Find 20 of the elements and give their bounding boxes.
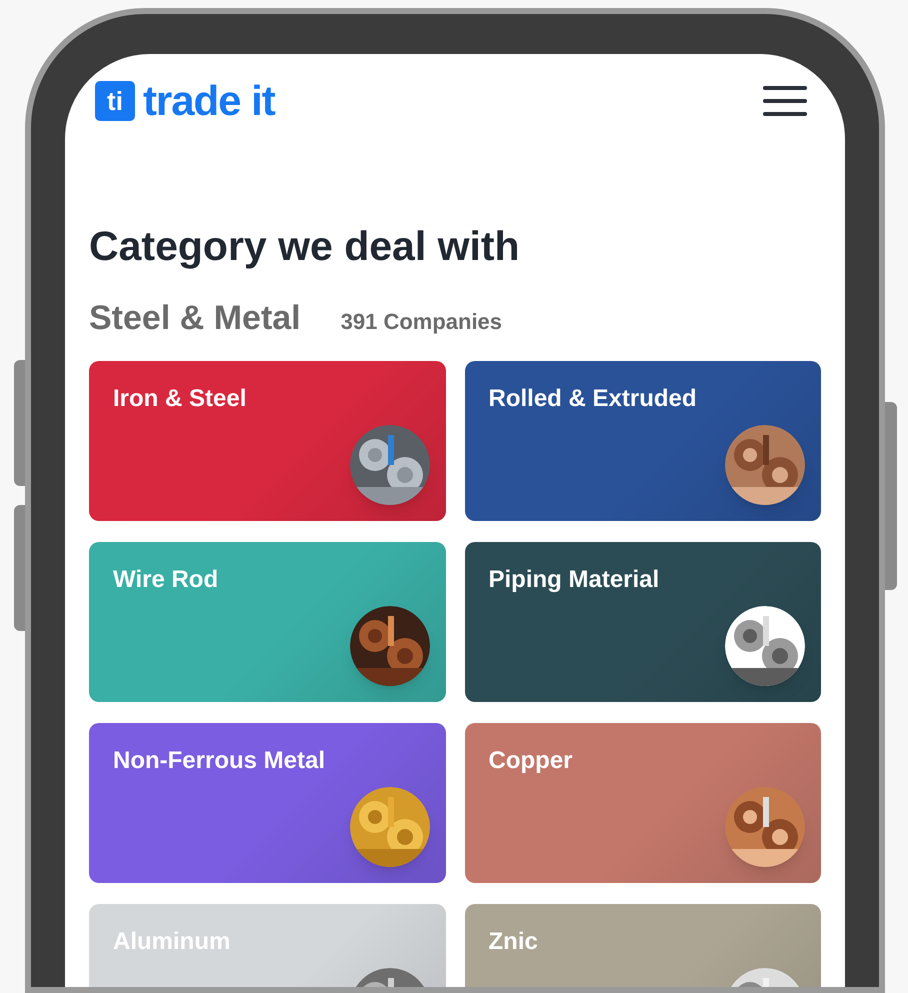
category-card[interactable]: Znic bbox=[464, 904, 821, 987]
category-title: Znic bbox=[488, 930, 539, 954]
category-card[interactable]: Non-Ferrous Metal bbox=[89, 723, 446, 883]
logo-text: trade it bbox=[143, 80, 275, 122]
section-title: Steel & Metal bbox=[89, 301, 301, 335]
category-title: Piping Material bbox=[488, 568, 660, 592]
logo-mark: ti bbox=[95, 81, 135, 121]
category-card[interactable]: Iron & Steel bbox=[89, 361, 446, 521]
category-card[interactable]: Piping Material bbox=[464, 542, 821, 702]
category-title: Non-Ferrous Metal bbox=[113, 749, 326, 773]
page-heading: Category we deal with bbox=[89, 226, 521, 267]
category-title: Wire Rod bbox=[113, 568, 220, 592]
category-title: Copper bbox=[488, 749, 574, 773]
category-card[interactable]: Rolled & Extruded bbox=[464, 361, 821, 521]
category-title: Rolled & Extruded bbox=[488, 387, 698, 411]
menu-icon[interactable] bbox=[763, 84, 807, 118]
company-count: 391 Companies bbox=[340, 311, 502, 333]
category-card[interactable]: Wire Rod bbox=[89, 542, 446, 702]
category-title: Iron & Steel bbox=[113, 387, 248, 411]
category-card[interactable]: Copper bbox=[464, 723, 821, 883]
